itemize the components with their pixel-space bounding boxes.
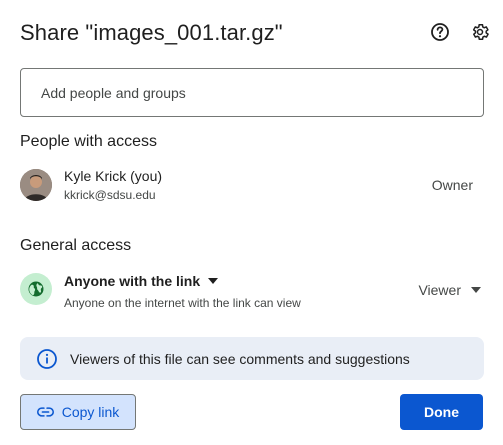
info-banner: Viewers of this file can see comments an… [20,337,484,380]
help-circle-icon [431,23,449,41]
general-access-dropdown[interactable]: Anyone with the link [56,268,226,294]
add-people-input[interactable] [20,68,484,117]
avatar [20,169,52,201]
gear-icon [472,24,489,40]
general-access-selected: Anyone with the link [64,273,201,289]
copy-link-button[interactable]: Copy link [20,394,136,430]
general-access-heading: General access [20,237,132,254]
user-name: Kyle Krick (you) [64,168,163,184]
caret-down-icon [208,278,219,284]
link-icon [36,407,54,417]
people-with-access-heading: People with access [20,133,157,150]
caret-down-icon [471,287,481,293]
owner-role-label: Owner [431,177,473,193]
general-access-description: Anyone on the internet with the link can… [64,296,301,310]
settings-button[interactable] [470,22,490,42]
link-role-label: Viewer [418,282,461,298]
link-role-dropdown[interactable]: Viewer [418,278,481,302]
user-email: kkrick@sdsu.edu [64,188,156,202]
globe-icon-badge [20,273,52,305]
globe-icon [28,281,44,297]
dialog-title: Share "images_001.tar.gz" [20,20,283,45]
done-label: Done [424,404,459,420]
info-banner-text: Viewers of this file can see comments an… [70,350,410,367]
help-button[interactable] [430,22,450,42]
info-icon [37,348,57,369]
done-button[interactable]: Done [400,394,483,430]
copy-link-label: Copy link [61,404,120,420]
share-dialog: Share "images_001.tar.gz" People with ac… [0,0,503,445]
